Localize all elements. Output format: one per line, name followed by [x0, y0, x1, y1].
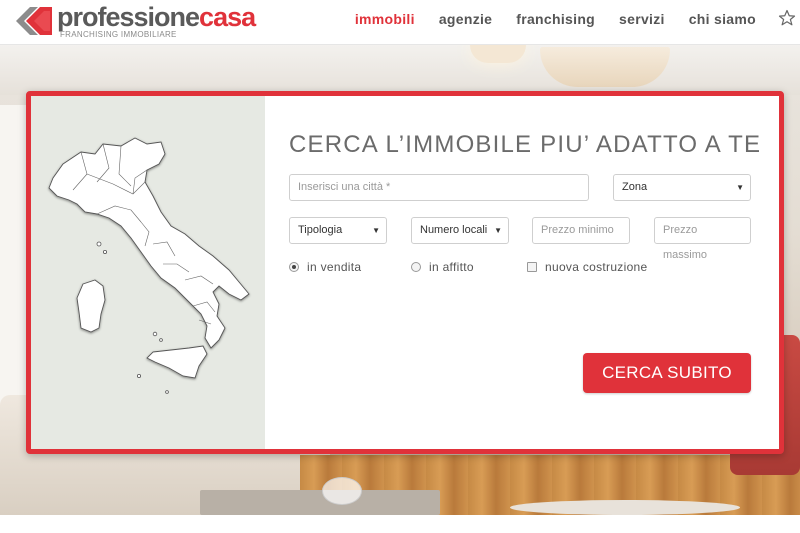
site-header: professionecasa FRANCHISING IMMOBILIARE …	[0, 0, 800, 45]
nav-item-chi-siamo[interactable]: chi siamo	[689, 11, 756, 27]
city-input[interactable]: Inserisci una città *	[289, 174, 589, 201]
search-title: CERCA L’IMMOBILE PIU’ ADATTO A TE	[289, 131, 762, 158]
coffee-table	[200, 490, 440, 515]
nav-item-servizi[interactable]: servizi	[619, 11, 665, 27]
tipologia-select-value: Tipologia	[298, 224, 343, 236]
zona-select-value: Zona	[622, 181, 648, 193]
cerca-subito-button[interactable]: CERCA SUBITO	[583, 353, 751, 393]
prezzo-minimo-input[interactable]: Prezzo minimo	[532, 217, 630, 244]
chevron-down-icon: ▼	[372, 226, 380, 235]
numero-locali-select[interactable]: Numero locali ▼	[411, 217, 509, 244]
logo-text-part1: professione	[57, 2, 200, 32]
city-input-placeholder: Inserisci una città *	[298, 181, 391, 193]
pendant-lamp	[540, 47, 670, 87]
radio-button[interactable]	[411, 262, 421, 272]
chevron-down-icon: ▼	[494, 226, 502, 235]
radio-in-vendita[interactable]: in vendita	[289, 260, 361, 274]
numero-locali-select-value: Numero locali	[420, 224, 488, 236]
checkbox-nuova-costruzione-label: nuova costruzione	[545, 260, 648, 274]
radio-button-selected[interactable]	[289, 262, 299, 272]
italy-map-icon[interactable]	[43, 134, 258, 404]
checkbox-nuova-costruzione[interactable]: nuova costruzione	[527, 260, 648, 274]
radio-in-affitto[interactable]: in affitto	[411, 260, 474, 274]
search-form: CERCA L’IMMOBILE PIU’ ADATTO A TE Inseri…	[289, 96, 762, 449]
prezzo-minimo-placeholder: Prezzo minimo	[541, 224, 614, 236]
prezzo-massimo-input[interactable]: Prezzo massimo	[654, 217, 751, 261]
logo-subtitle: FRANCHISING IMMOBILIARE	[60, 30, 177, 39]
map-area	[31, 96, 265, 449]
window	[0, 105, 26, 405]
search-panel: CERCA L’IMMOBILE PIU’ ADATTO A TE Inseri…	[26, 91, 784, 454]
radio-in-affitto-label: in affitto	[429, 260, 474, 274]
radio-in-vendita-label: in vendita	[307, 260, 362, 274]
ceiling	[0, 45, 800, 95]
prezzo-massimo-placeholder: Prezzo massimo	[663, 224, 708, 261]
nav-item-franchising[interactable]: franchising	[516, 11, 595, 27]
bottom-band	[0, 515, 800, 533]
side-table	[510, 500, 740, 515]
checkbox[interactable]	[527, 262, 537, 272]
glass-bowl	[322, 477, 362, 505]
nav-item-agenzie[interactable]: agenzie	[439, 11, 492, 27]
nav-item-immobili[interactable]: immobili	[355, 11, 415, 27]
zona-select[interactable]: Zona ▼	[613, 174, 751, 201]
star-icon[interactable]	[778, 9, 796, 27]
logo-mark-icon	[16, 7, 52, 35]
logo-text-part2: casa	[199, 2, 256, 32]
tipologia-select[interactable]: Tipologia ▼	[289, 217, 387, 244]
logo[interactable]: professionecasa FRANCHISING IMMOBILIARE	[14, 2, 274, 41]
main-nav: immobili agenzie franchising servizi chi…	[355, 11, 756, 27]
chevron-down-icon: ▼	[736, 183, 744, 192]
logo-text: professionecasa	[57, 2, 256, 32]
